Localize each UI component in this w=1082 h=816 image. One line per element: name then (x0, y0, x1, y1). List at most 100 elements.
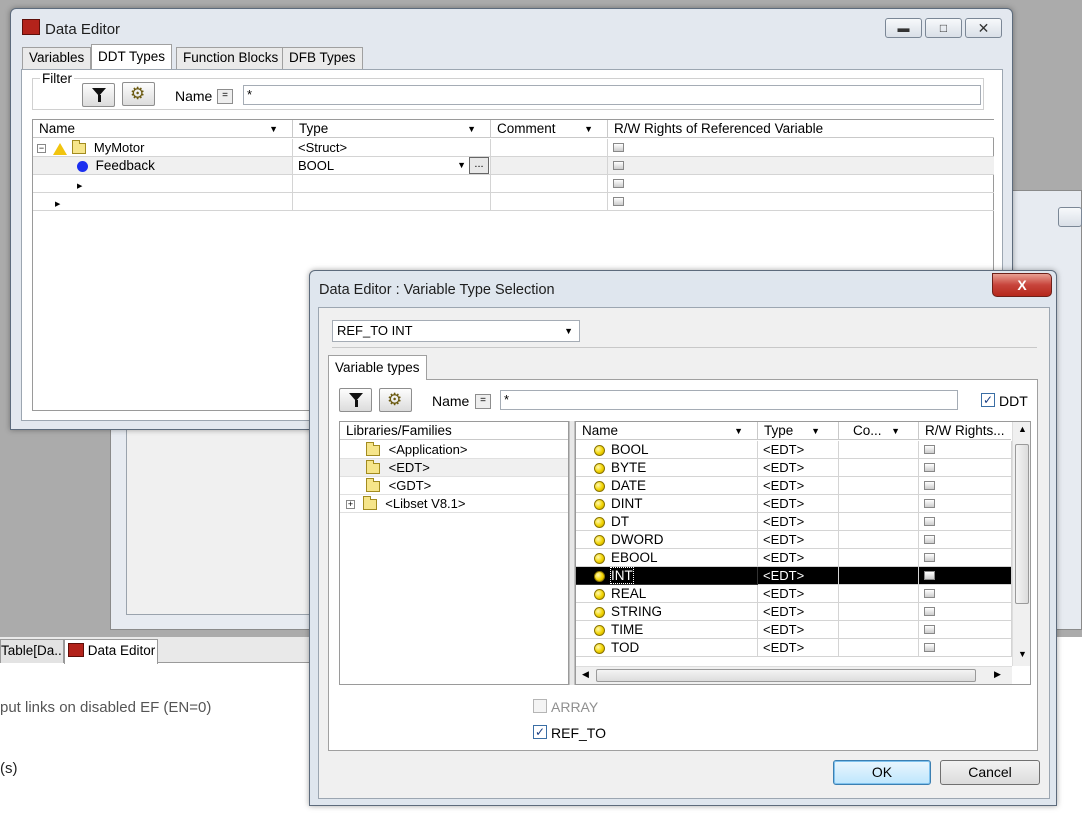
rw-checkbox[interactable] (924, 571, 935, 580)
minimize-button[interactable]: ▬ (885, 18, 922, 38)
rw-checkbox[interactable] (924, 625, 935, 634)
column-header-rw-rights[interactable]: R/W Rights... (919, 422, 1011, 440)
close-button[interactable]: X (992, 273, 1052, 297)
type-combo[interactable]: REF_TO INT ▼ (332, 320, 580, 342)
type-row[interactable]: REAL <EDT> (576, 585, 1012, 603)
type-row[interactable]: BYTE <EDT> (576, 459, 1012, 477)
ok-button[interactable]: OK (833, 760, 931, 785)
rw-checkbox[interactable] (924, 481, 935, 490)
scroll-thumb[interactable] (1015, 444, 1029, 604)
type-row[interactable]: BOOL <EDT> (576, 441, 1012, 459)
edt-type-icon (594, 571, 605, 583)
variable-type-selection-dialog: Data Editor : Variable Type Selection X … (309, 270, 1057, 806)
tab-function-blocks[interactable]: Function Blocks (176, 47, 286, 69)
scroll-thumb[interactable] (596, 669, 976, 682)
type-kind-cell: <EDT> (758, 459, 839, 477)
expand-icon[interactable]: + (346, 500, 355, 510)
rw-checkbox[interactable] (613, 143, 624, 152)
maximize-button[interactable]: □ (925, 18, 962, 38)
vertical-scrollbar[interactable]: ▲ ▼ (1012, 422, 1030, 666)
library-item[interactable]: + <Libset V8.1> (340, 495, 568, 513)
column-header-type[interactable]: Type ▼ (758, 422, 839, 440)
type-row[interactable]: EBOOL <EDT> (576, 549, 1012, 567)
row-rw-rights (608, 175, 994, 193)
type-row[interactable]: INT <EDT> (576, 567, 1012, 585)
scroll-down-icon[interactable]: ▼ (1018, 649, 1027, 659)
column-header-comment[interactable]: Comment ▼ (491, 120, 608, 138)
rw-checkbox[interactable] (924, 517, 935, 526)
column-header-name[interactable]: Name ▼ (33, 120, 293, 138)
type-row[interactable]: TIME <EDT> (576, 621, 1012, 639)
type-row[interactable]: TOD <EDT> (576, 639, 1012, 657)
row-comment[interactable] (491, 157, 608, 175)
library-item[interactable]: <Application> (340, 441, 568, 459)
filter-settings-button[interactable]: ⚙ (379, 388, 412, 412)
rw-checkbox[interactable] (924, 553, 935, 562)
scroll-left-icon[interactable]: ◀ (582, 669, 589, 680)
background-window-caption-button[interactable] (1058, 207, 1082, 227)
horizontal-scrollbar[interactable]: ◀ ▶ (576, 666, 1012, 684)
ddt-checkbox[interactable]: ✓ (981, 393, 995, 407)
chevron-down-icon[interactable]: ▼ (457, 157, 466, 174)
type-name: EBOOL (611, 550, 658, 565)
separator (332, 347, 1037, 348)
filter-funnel-button[interactable] (339, 388, 372, 412)
table-row-empty[interactable]: ▶ (33, 175, 293, 193)
type-name-cell: DATE (576, 477, 758, 495)
rw-checkbox[interactable] (924, 643, 935, 652)
rw-checkbox[interactable] (924, 535, 935, 544)
type-row[interactable]: DATE <EDT> (576, 477, 1012, 495)
row-comment[interactable] (491, 193, 608, 211)
filter-equals-button[interactable]: = (475, 394, 491, 409)
rw-checkbox[interactable] (924, 499, 935, 508)
close-button[interactable]: ✕ (965, 18, 1002, 38)
tab-variables[interactable]: Variables (22, 47, 92, 69)
rw-checkbox[interactable] (924, 589, 935, 598)
rw-checkbox[interactable] (924, 463, 935, 472)
column-header-type[interactable]: Type ▼ (293, 120, 491, 138)
column-header-name[interactable]: Name ▼ (576, 422, 758, 440)
table-row[interactable]: Feedback (33, 157, 293, 175)
table-row[interactable]: − MyMotor (33, 139, 293, 157)
rw-checkbox[interactable] (613, 161, 624, 170)
column-header-rw-rights[interactable]: R/W Rights of Referenced Variable (608, 120, 994, 138)
filter-equals-button[interactable]: = (217, 89, 233, 104)
tab-dfb-types[interactable]: DFB Types (282, 47, 363, 69)
taskbar-tab-table[interactable]: Table[Da... (0, 639, 64, 663)
rw-checkbox[interactable] (613, 179, 624, 188)
scroll-right-icon[interactable]: ▶ (994, 669, 1001, 680)
type-combo-cell[interactable]: BOOL ▼ ... (293, 157, 491, 175)
rw-checkbox[interactable] (924, 607, 935, 616)
filter-settings-button[interactable]: ⚙ (122, 82, 155, 106)
type-row[interactable]: DINT <EDT> (576, 495, 1012, 513)
library-item[interactable]: <EDT> (340, 459, 568, 477)
type-row[interactable]: STRING <EDT> (576, 603, 1012, 621)
row-comment[interactable] (491, 175, 608, 193)
library-item[interactable]: <GDT> (340, 477, 568, 495)
scroll-up-icon[interactable]: ▲ (1018, 424, 1027, 434)
ref-to-checkbox[interactable]: ✓ (533, 725, 547, 739)
sort-arrow-icon: ▼ (269, 124, 278, 134)
row-type[interactable] (293, 175, 491, 193)
array-label: ARRAY (551, 699, 599, 715)
row-comment[interactable] (491, 139, 608, 157)
tab-ddt-types[interactable]: DDT Types (91, 44, 173, 69)
filter-name-input[interactable]: * (500, 390, 958, 410)
browse-types-button[interactable]: ... (469, 157, 489, 174)
rw-checkbox[interactable] (613, 197, 624, 206)
table-row-empty[interactable]: ▶ (33, 193, 293, 211)
column-header-comment[interactable]: Co... ▼ (839, 422, 919, 440)
type-row[interactable]: DWORD <EDT> (576, 531, 1012, 549)
tab-variable-types[interactable]: Variable types (328, 355, 427, 380)
cancel-button[interactable]: Cancel (940, 760, 1040, 785)
collapse-icon[interactable]: − (37, 144, 46, 154)
taskbar-tab-data-editor[interactable]: Data Editor (64, 639, 158, 664)
edt-type-icon (594, 625, 605, 637)
rw-checkbox[interactable] (924, 445, 935, 454)
dialog-client-area: REF_TO INT ▼ Variable types ⚙ Name = * ✓… (318, 307, 1050, 799)
type-row[interactable]: DT <EDT> (576, 513, 1012, 531)
filter-funnel-button[interactable] (82, 83, 115, 107)
close-icon: X (1017, 277, 1027, 293)
filter-name-input[interactable]: * (243, 85, 981, 105)
row-type[interactable] (293, 193, 491, 211)
